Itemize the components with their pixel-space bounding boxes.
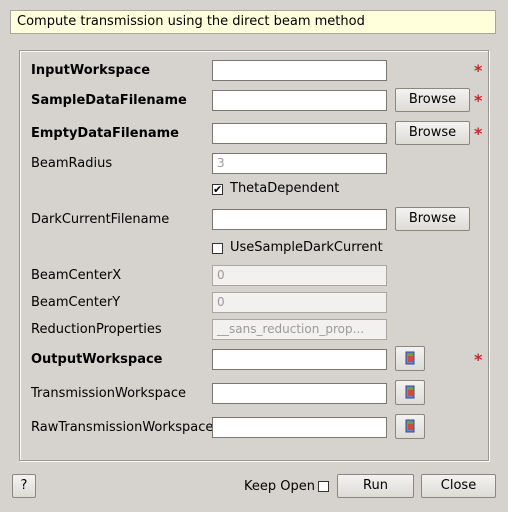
input-workspace-label: InputWorkspace bbox=[31, 63, 151, 78]
empty-data-filename-field[interactable] bbox=[212, 123, 387, 144]
reduction-properties-field[interactable]: __sans_reduction_prop... bbox=[212, 319, 387, 340]
required-marker-icon: * bbox=[474, 124, 483, 143]
algorithm-description: Compute transmission using the direct be… bbox=[10, 10, 496, 34]
reduction-properties-label: ReductionProperties bbox=[31, 322, 162, 337]
beam-center-y-field[interactable]: 0 bbox=[212, 292, 387, 313]
beam-radius-label: BeamRadius bbox=[31, 156, 113, 171]
required-marker-icon: * bbox=[474, 350, 483, 369]
dark-current-filename-field[interactable] bbox=[212, 209, 387, 230]
beam-radius-field[interactable]: 3 bbox=[212, 153, 387, 174]
workspace-icon bbox=[405, 419, 415, 433]
raw-transmission-workspace-label: RawTransmissionWorkspace bbox=[31, 420, 214, 435]
sample-data-browse-button[interactable]: Browse bbox=[395, 88, 470, 112]
theta-dependent-label: ThetaDependent bbox=[230, 181, 340, 196]
required-marker-icon: * bbox=[474, 61, 483, 80]
transmission-workspace-replace-button[interactable] bbox=[395, 380, 425, 405]
beam-center-y-label: BeamCenterY bbox=[31, 295, 121, 310]
required-marker-icon: * bbox=[474, 91, 483, 110]
workspace-icon bbox=[405, 351, 415, 365]
beam-center-x-label: BeamCenterX bbox=[31, 268, 122, 283]
theta-dependent-checkbox[interactable]: ✔ bbox=[212, 184, 223, 195]
keep-open-label: Keep Open bbox=[244, 479, 315, 494]
close-button[interactable]: Close bbox=[421, 474, 496, 498]
keep-open-checkbox[interactable] bbox=[318, 481, 329, 492]
help-button[interactable]: ? bbox=[12, 474, 36, 498]
output-workspace-label: OutputWorkspace bbox=[31, 352, 163, 367]
run-button[interactable]: Run bbox=[337, 474, 414, 498]
dark-current-browse-button[interactable]: Browse bbox=[395, 207, 470, 231]
dark-current-filename-label: DarkCurrentFilename bbox=[31, 212, 170, 227]
output-workspace-replace-button[interactable] bbox=[395, 346, 425, 371]
output-workspace-field[interactable] bbox=[212, 349, 387, 370]
raw-transmission-workspace-field[interactable] bbox=[212, 417, 387, 438]
beam-center-x-field[interactable]: 0 bbox=[212, 265, 387, 286]
use-sample-dark-current-label: UseSampleDarkCurrent bbox=[230, 240, 383, 255]
empty-data-browse-button[interactable]: Browse bbox=[395, 121, 470, 145]
raw-transmission-workspace-replace-button[interactable] bbox=[395, 414, 425, 439]
sample-data-filename-label: SampleDataFilename bbox=[31, 93, 187, 108]
transmission-workspace-label: TransmissionWorkspace bbox=[31, 386, 187, 401]
use-sample-dark-current-checkbox[interactable] bbox=[212, 243, 223, 254]
input-workspace-field[interactable] bbox=[212, 60, 387, 81]
transmission-workspace-field[interactable] bbox=[212, 383, 387, 404]
sample-data-filename-field[interactable] bbox=[212, 90, 387, 111]
workspace-icon bbox=[405, 385, 415, 399]
empty-data-filename-label: EmptyDataFilename bbox=[31, 126, 179, 141]
